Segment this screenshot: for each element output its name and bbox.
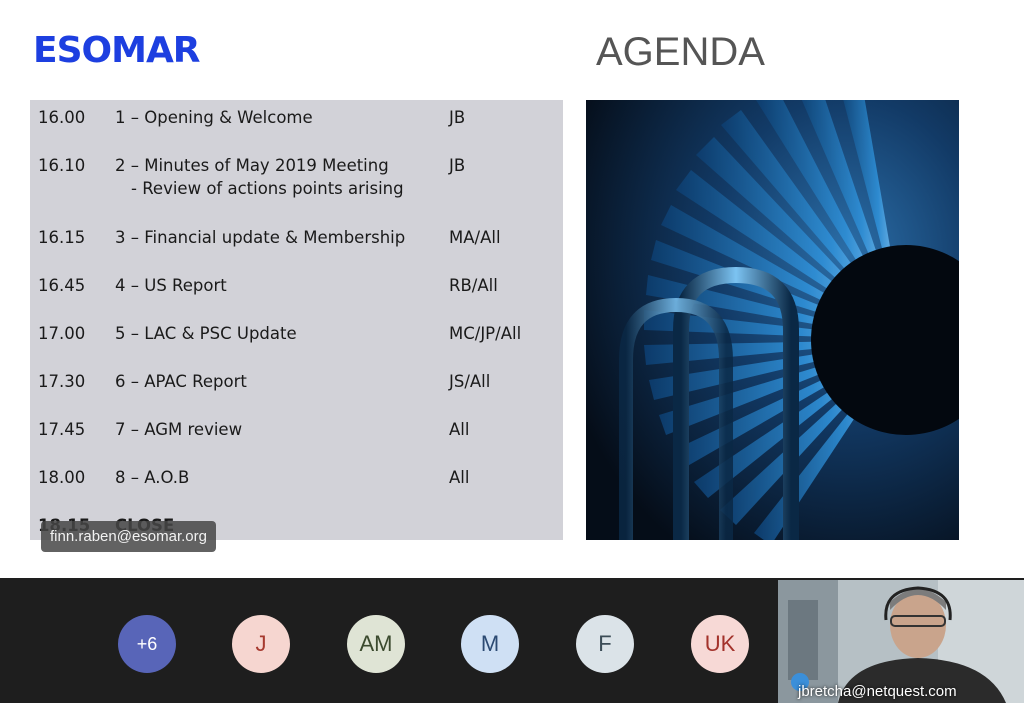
agenda-row: 16.00 1 – Opening & Welcome JB (30, 100, 563, 144)
agenda-time: 16.10 (38, 156, 86, 175)
agenda-time: 17.45 (38, 420, 86, 439)
self-video-tile[interactable]: jbretcha@netquest.com (778, 580, 1024, 703)
agenda-row: 18.00 8 – A.O.B All (30, 460, 563, 504)
agenda-item: 3 – Financial update & Membership (115, 228, 406, 247)
agenda-item: 8 – A.O.B (115, 468, 190, 487)
agenda-subitem: - Review of actions points arising (131, 179, 404, 198)
agenda-row: 16.15 3 – Financial update & Membership … (30, 220, 563, 264)
agenda-row: 17.00 5 – LAC & PSC Update MC/JP/All (30, 316, 563, 360)
agenda-row: 16.45 4 – US Report RB/All (30, 268, 563, 312)
participant-avatar[interactable]: J (232, 615, 290, 673)
more-participants-button[interactable]: +6 (118, 615, 176, 673)
agenda-owner: JB (449, 108, 466, 127)
agenda-owner: MC/JP/All (449, 324, 522, 343)
agenda-time: 16.45 (38, 276, 86, 295)
rolodex-image (586, 100, 959, 540)
participant-avatar[interactable]: M (461, 615, 519, 673)
agenda-time: 17.00 (38, 324, 86, 343)
rolodex-illustration (586, 100, 959, 540)
agenda-item: 4 – US Report (115, 276, 227, 295)
agenda-owner: RB/All (449, 276, 498, 295)
shared-screen: ESOMAR AGENDA 16.00 1 – Opening & Welcom… (0, 0, 1024, 578)
agenda-owner: JS/All (449, 372, 491, 391)
participant-avatar[interactable]: UK (691, 615, 749, 673)
agenda-item: 2 – Minutes of May 2019 Meeting (115, 156, 389, 175)
esomar-logo: ESOMAR (33, 30, 201, 71)
agenda-time: 17.30 (38, 372, 86, 391)
agenda-item: 7 – AGM review (115, 420, 243, 439)
agenda-owner: All (449, 420, 470, 439)
agenda-time: 18.00 (38, 468, 86, 487)
agenda-owner: All (449, 468, 470, 487)
agenda-row: 16.10 2 – Minutes of May 2019 Meeting - … (30, 148, 563, 208)
presenter-name-tag: finn.raben@esomar.org (41, 521, 216, 552)
participant-avatar[interactable]: F (576, 615, 634, 673)
agenda-time: 16.00 (38, 108, 86, 127)
agenda-item: 6 – APAC Report (115, 372, 247, 391)
agenda-owner: MA/All (449, 228, 501, 247)
participant-avatar[interactable]: AM (347, 615, 405, 673)
slide-title: AGENDA (596, 30, 765, 74)
agenda-table: 16.00 1 – Opening & Welcome JB 16.10 2 –… (30, 100, 563, 540)
self-video-name: jbretcha@netquest.com (798, 683, 957, 700)
agenda-owner: JB (449, 156, 466, 175)
agenda-item: 5 – LAC & PSC Update (115, 324, 297, 343)
agenda-time: 16.15 (38, 228, 86, 247)
agenda-item: 1 – Opening & Welcome (115, 108, 313, 127)
agenda-row: 17.30 6 – APAC Report JS/All (30, 364, 563, 408)
agenda-row: 17.45 7 – AGM review All (30, 412, 563, 456)
